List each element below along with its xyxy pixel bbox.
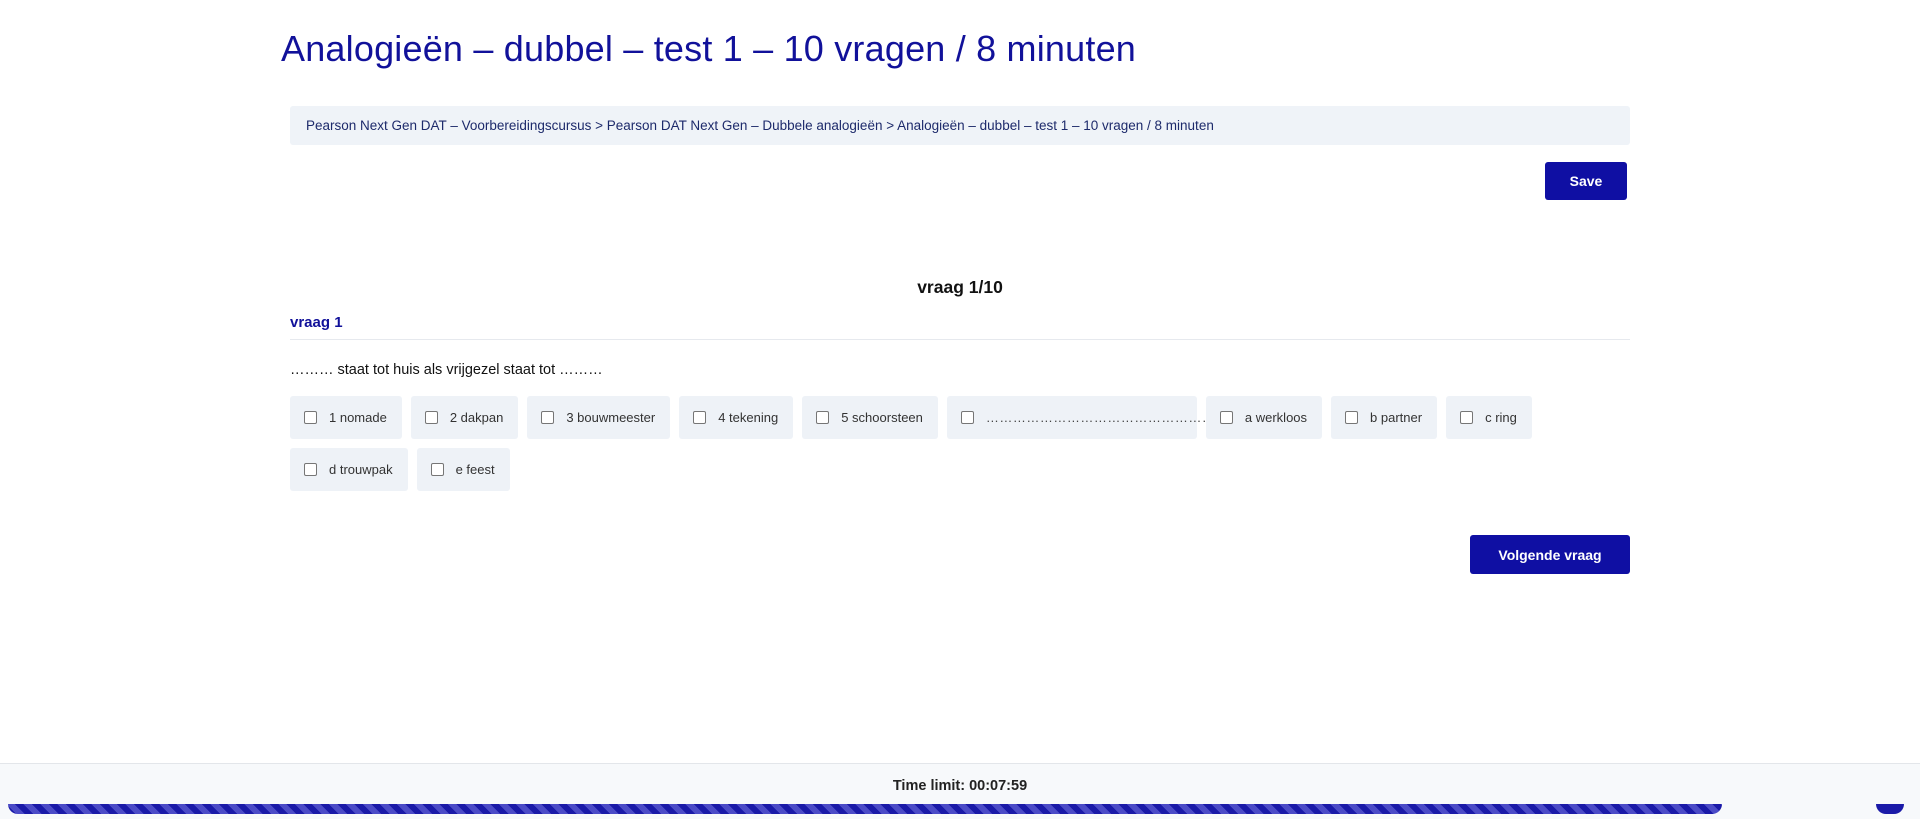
divider xyxy=(290,339,1630,340)
checkbox[interactable] xyxy=(1460,411,1474,424)
save-button[interactable]: Save xyxy=(1545,162,1627,200)
answer-options: 1 nomade 2 dakpan 3 bouwmeester 4 tekeni… xyxy=(290,396,1650,491)
checkbox[interactable] xyxy=(816,411,830,424)
checkbox[interactable] xyxy=(430,463,444,476)
checkbox[interactable] xyxy=(304,463,317,476)
timer-footer: Time limit: 00:07:59 xyxy=(0,763,1920,819)
breadcrumb: Pearson Next Gen DAT – Voorbereidingscur… xyxy=(290,106,1630,145)
answer-option[interactable]: 4 tekening xyxy=(679,396,794,439)
answer-option[interactable]: c ring xyxy=(1446,396,1532,439)
option-label: c ring xyxy=(1485,410,1517,425)
checkbox[interactable] xyxy=(1219,411,1233,424)
option-label: a werkloos xyxy=(1244,410,1308,425)
checkbox[interactable] xyxy=(960,411,974,424)
breadcrumb-text[interactable]: Pearson Next Gen DAT – Voorbereidingscur… xyxy=(306,118,1214,133)
answer-option-blank[interactable]: …………………………………………………… xyxy=(946,396,1255,439)
question-text: ……… staat tot huis als vrijgezel staat t… xyxy=(290,362,603,378)
option-label: 2 dakpan xyxy=(449,410,504,425)
answer-option[interactable]: 1 nomade xyxy=(290,396,402,439)
answer-option[interactable]: 3 bouwmeester xyxy=(527,396,671,439)
next-question-button[interactable]: Volgende vraag xyxy=(1470,535,1630,574)
option-label: 5 schoorsteen xyxy=(841,410,923,425)
answer-option[interactable]: b partner xyxy=(1331,396,1438,439)
question-label: vraag 1 xyxy=(290,314,343,331)
checkbox[interactable] xyxy=(541,411,555,424)
answer-option[interactable]: e feest xyxy=(416,448,510,491)
checkbox[interactable] xyxy=(304,411,317,424)
option-label: 3 bouwmeester xyxy=(566,410,656,425)
page-title: Analogieën – dubbel – test 1 – 10 vragen… xyxy=(281,28,1137,69)
checkbox[interactable] xyxy=(1345,411,1359,424)
time-progress-end xyxy=(1876,804,1904,814)
answer-option[interactable]: a werkloos xyxy=(1205,396,1323,439)
checkbox[interactable] xyxy=(424,411,438,424)
time-progress-fill xyxy=(8,804,1722,814)
checkbox[interactable] xyxy=(693,411,707,424)
answer-option[interactable]: d trouwpak xyxy=(290,448,408,491)
option-label: 1 nomade xyxy=(329,410,387,425)
time-limit: Time limit: 00:07:59 xyxy=(892,778,1028,794)
answer-option[interactable]: 5 schoorsteen xyxy=(802,396,938,439)
option-label: d trouwpak xyxy=(329,462,393,477)
option-label: 4 tekening xyxy=(718,410,779,425)
option-label: e feest xyxy=(455,462,495,477)
option-label: b partner xyxy=(1370,410,1423,425)
question-counter: vraag 1/10 xyxy=(917,277,1003,297)
answer-option[interactable]: 2 dakpan xyxy=(410,396,519,439)
time-progress-track xyxy=(0,804,1920,814)
